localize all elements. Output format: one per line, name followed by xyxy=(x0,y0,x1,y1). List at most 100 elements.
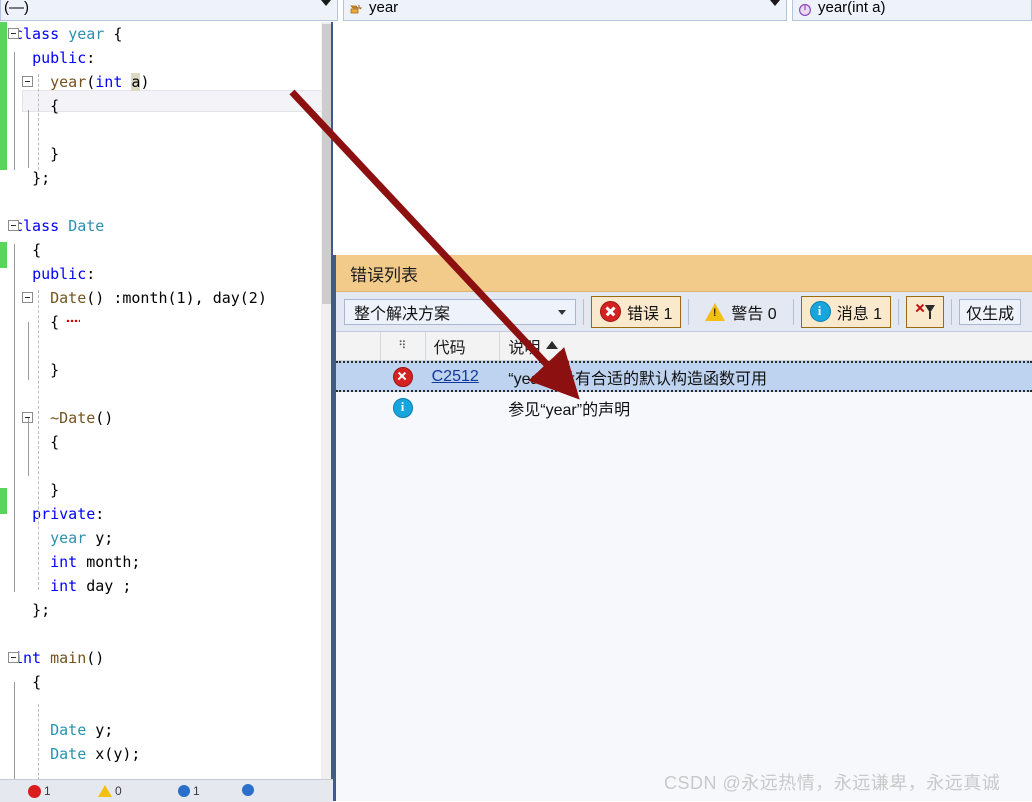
error-description-text: “year”: 没有合适的默认构造函数可用 xyxy=(508,370,767,388)
build-only-label: 仅生成 xyxy=(966,305,1015,323)
code-line: public: xyxy=(14,262,333,286)
code-token: year xyxy=(68,25,105,43)
status-error-count[interactable]: 1 xyxy=(28,784,51,798)
code-token: { xyxy=(50,433,60,451)
csdn-watermark: CSDN @永远热情，永远谦卑，永远真诚 xyxy=(664,773,1001,793)
clear-filter-button[interactable] xyxy=(906,295,945,328)
code-line: Date y; xyxy=(14,718,333,742)
info-icon xyxy=(393,397,414,418)
code-line: }; xyxy=(14,598,333,622)
error-list-toolbar: 整个解决方案 错误 1 警告 0 消息 1 仅生成 xyxy=(336,292,1032,332)
row-description-cell: 参见“year”的声明 xyxy=(500,392,1032,423)
build-only-field[interactable]: 仅生成 xyxy=(959,298,1022,325)
code-line: int main() xyxy=(14,646,333,670)
column-header-description-label: 说明 xyxy=(508,340,541,357)
column-header-blank[interactable] xyxy=(336,332,381,360)
code-token: () xyxy=(95,409,114,427)
code-editor[interactable]: class year { public: year(int a) { } }; c… xyxy=(0,22,333,779)
outline-guide xyxy=(28,110,29,168)
toolbar-separator xyxy=(688,298,690,325)
message-description-text: 参见“year”的声明 xyxy=(508,401,631,419)
collapse-toggle[interactable] xyxy=(8,220,19,231)
error-list-panel: 错误列表 整个解决方案 错误 1 警告 0 消息 1 xyxy=(333,255,1032,801)
messages-filter-button[interactable]: 消息 1 xyxy=(800,295,892,328)
error-code-link[interactable]: C2512 xyxy=(426,368,479,386)
code-token: () : xyxy=(86,289,123,307)
info-icon xyxy=(178,785,190,797)
scope-dropdown[interactable]: (—) xyxy=(0,0,338,21)
status-warning-count[interactable]: 0 xyxy=(98,784,122,798)
code-token: () xyxy=(86,649,105,667)
outline-guide xyxy=(14,52,15,170)
sort-ascending-icon xyxy=(546,341,559,349)
status-warning-label: 0 xyxy=(115,784,122,798)
code-token: { xyxy=(32,673,42,691)
member-dropdown[interactable]: year(int a) xyxy=(792,0,1032,21)
info-icon xyxy=(242,784,254,796)
toolbar-separator xyxy=(951,298,953,325)
code-token: day ; xyxy=(77,577,132,595)
outline-guide xyxy=(14,244,15,592)
row-description-cell: “year”: 没有合适的默认构造函数可用 xyxy=(500,361,1032,392)
messages-filter-label: 消息 1 xyxy=(836,305,883,323)
column-header-code[interactable]: 代码 xyxy=(426,332,501,360)
code-line: }; xyxy=(14,166,333,190)
indent-guide xyxy=(38,704,39,779)
code-token: (2) xyxy=(239,289,267,307)
clear-filter-icon xyxy=(915,302,936,322)
code-line: year(int a) xyxy=(14,70,333,94)
code-token: int xyxy=(95,73,132,91)
class-dropdown[interactable]: year xyxy=(343,0,787,21)
code-line: Date x(y); xyxy=(14,742,333,766)
status-extra-indicator[interactable] xyxy=(242,784,254,796)
code-token: { xyxy=(50,313,60,331)
code-line: } xyxy=(14,478,333,502)
row-code-cell[interactable]: C2512 xyxy=(426,361,501,392)
toolbar-separator xyxy=(898,298,900,325)
collapse-toggle[interactable] xyxy=(8,652,19,663)
column-header-severity[interactable]: ⠻ xyxy=(381,332,426,360)
column-header-description[interactable]: 说明 xyxy=(500,332,1032,360)
collapse-toggle[interactable] xyxy=(8,28,19,39)
panel-title-text: 错误列表 xyxy=(350,265,418,285)
collapse-toggle[interactable] xyxy=(22,76,33,87)
code-token: (1), xyxy=(167,289,213,307)
code-line: Date() :month(1), day(2) xyxy=(14,286,333,310)
code-token: private xyxy=(32,505,96,523)
code-token: month xyxy=(122,289,168,307)
code-token: Date xyxy=(50,745,87,763)
change-indicator-gutter xyxy=(0,22,7,779)
code-token: main xyxy=(50,649,87,667)
code-token: } xyxy=(50,481,60,499)
severity-glyph-icon: ⠻ xyxy=(398,339,408,352)
table-row[interactable]: C2512 “year”: 没有合适的默认构造函数可用 xyxy=(336,361,1032,392)
code-line: { xyxy=(14,238,333,262)
code-text[interactable]: class year { public: year(int a) { } }; c… xyxy=(14,22,333,779)
row-severity-cell xyxy=(381,392,426,423)
outline-guide xyxy=(28,418,29,476)
code-line: public: xyxy=(14,46,333,70)
member-dropdown-label: year(int a) xyxy=(818,0,886,16)
status-message-count[interactable]: 1 xyxy=(178,784,200,798)
code-line: int month; xyxy=(14,550,333,574)
indent-guide xyxy=(38,290,39,590)
chevron-down-icon xyxy=(558,309,566,315)
table-row[interactable]: 参见“year”的声明 xyxy=(336,392,1032,423)
collapse-toggle[interactable] xyxy=(22,292,33,303)
scope-filter-dropdown[interactable]: 整个解决方案 xyxy=(344,298,576,325)
scope-dropdown-label: (—) xyxy=(4,0,29,16)
code-token: } xyxy=(50,361,60,379)
warnings-filter-button[interactable]: 警告 0 xyxy=(696,296,785,328)
row-blank-cell xyxy=(336,361,381,392)
code-token: ~Date xyxy=(50,409,96,427)
code-token: ) xyxy=(140,73,150,91)
code-token: { xyxy=(104,25,123,43)
error-icon xyxy=(393,366,414,387)
code-token: }; xyxy=(32,169,51,187)
errors-filter-button[interactable]: 错误 1 xyxy=(591,295,682,328)
row-code-cell[interactable] xyxy=(426,392,501,423)
code-token: : xyxy=(86,265,96,283)
